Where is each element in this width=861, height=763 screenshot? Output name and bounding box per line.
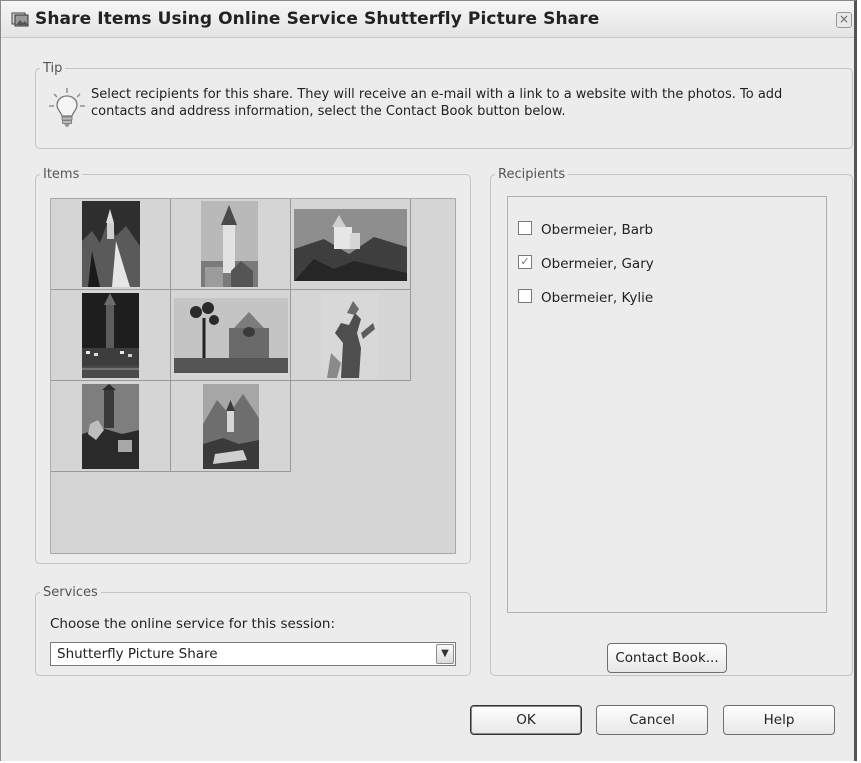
recipients-list: Obermeier, Barb ✓ Obermeier, Gary Obermei… [507,196,827,613]
items-legend: Items [43,167,80,182]
window-title: Share Items Using Online Service Shutter… [35,9,600,29]
service-dropdown-value: Shutterfly Picture Share [57,646,218,662]
recipients-legend: Recipients [498,167,566,182]
recipient-item[interactable]: Obermeier, Barb [518,221,653,241]
recipient-name: Obermeier, Kylie [541,290,654,306]
photo-church-tower [201,201,258,287]
photo-castle-hill [294,209,407,281]
recipient-item[interactable]: Obermeier, Kylie [518,289,653,309]
contact-book-button[interactable]: Contact Book... [607,643,727,673]
photo-thumbnail[interactable] [51,381,171,472]
photo-gallery-icon [11,12,29,27]
recipients-group: Recipients Obermeier, Barb ✓ Obermeier, G… [490,167,853,676]
cancel-button[interactable]: Cancel [596,705,708,735]
recipient-checkbox[interactable] [518,289,532,303]
recipient-name: Obermeier, Gary [541,256,654,272]
photo-thumbnail[interactable] [171,381,291,472]
chevron-down-icon[interactable]: ▼ [436,644,454,664]
photo-street-lamps [174,298,288,373]
recipient-checkbox[interactable] [518,221,532,235]
items-group: Items [35,167,471,564]
photo-palace-statue [82,384,139,469]
services-legend: Services [43,585,98,600]
services-group: Services Choose the online service for t… [35,585,471,676]
photo-thumbnail[interactable] [51,199,171,290]
help-button[interactable]: Help [723,705,835,735]
lightbulb-icon [49,88,85,127]
tip-legend: Tip [43,61,63,76]
recipient-checkbox-checked[interactable]: ✓ [518,255,532,269]
recipient-item[interactable]: ✓ Obermeier, Gary [518,255,654,275]
share-dialog: Share Items Using Online Service Shutter… [0,0,857,761]
photo-thumbnail[interactable] [171,199,291,290]
photo-church-night [82,293,139,378]
photo-thumbnail[interactable] [171,290,291,381]
items-thumbnail-grid[interactable] [50,198,456,554]
photo-castle-cliff [82,201,140,287]
service-dropdown[interactable]: Shutterfly Picture Share ▼ [50,642,456,666]
photo-thumbnail[interactable] [51,290,171,381]
title-bar: Share Items Using Online Service Shutter… [1,1,854,38]
photo-statue [321,293,379,378]
tip-group: Tip Select recipients for this share. Th… [35,61,853,149]
services-label: Choose the online service for this sessi… [50,616,335,632]
photo-thumbnail[interactable] [291,290,411,381]
close-button[interactable]: × [836,12,852,28]
photo-church-mountains [203,384,259,469]
photo-thumbnail[interactable] [291,199,411,290]
tip-text: Select recipients for this share. They w… [91,87,783,119]
recipient-name: Obermeier, Barb [541,222,654,238]
ok-button[interactable]: OK [470,705,582,735]
